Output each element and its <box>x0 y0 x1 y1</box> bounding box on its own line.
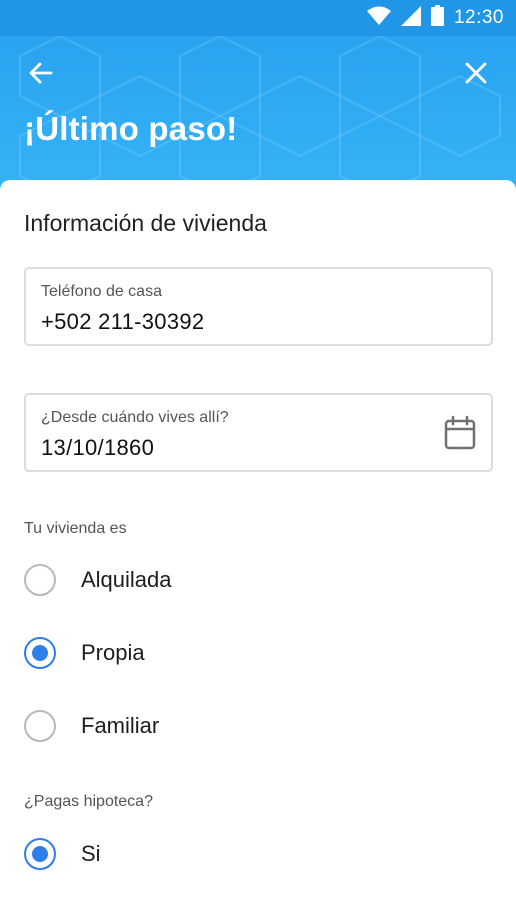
radio-button[interactable] <box>24 564 56 596</box>
signal-icon <box>400 5 421 31</box>
status-bar: 12:30 <box>0 0 516 36</box>
living-since-label: ¿Desde cuándo vives allí? <box>41 409 229 426</box>
wifi-icon <box>366 6 391 31</box>
radio-label: Si <box>81 841 101 866</box>
mortgage-label: ¿Pagas hipoteca? <box>24 793 153 810</box>
radio-button-selected[interactable] <box>24 838 56 870</box>
home-phone-label: Teléfono de casa <box>41 283 162 300</box>
radio-button[interactable] <box>24 710 56 742</box>
close-icon <box>465 62 487 89</box>
back-button[interactable] <box>18 53 62 97</box>
status-time: 12:30 <box>453 7 504 28</box>
radio-familiar[interactable]: Familiar <box>24 701 493 751</box>
home-phone-value[interactable]: +502 211-30392 <box>41 309 204 335</box>
radio-propia[interactable]: Propia <box>24 628 493 678</box>
living-since-field[interactable]: ¿Desde cuándo vives allí? 13/10/1860 <box>24 393 493 472</box>
radio-label: Familiar <box>81 713 160 738</box>
radio-label: Propia <box>81 640 145 665</box>
arrow-left-icon <box>27 61 53 90</box>
radio-alquilada[interactable]: Alquilada <box>24 555 493 605</box>
home-phone-field[interactable]: Teléfono de casa +502 211-30392 <box>24 267 493 346</box>
housing-type-label: Tu vivienda es <box>24 520 127 537</box>
radio-button-selected[interactable] <box>24 637 56 669</box>
calendar-icon[interactable] <box>443 415 477 451</box>
radio-si[interactable]: Si <box>24 829 493 879</box>
page-title: ¡Último paso! <box>24 110 238 147</box>
section-title: Información de vivienda <box>24 210 267 236</box>
form-card: Información de vivienda Teléfono de casa… <box>0 180 516 917</box>
living-since-value[interactable]: 13/10/1860 <box>41 435 154 461</box>
radio-label: Alquilada <box>81 567 172 592</box>
close-button[interactable] <box>454 53 498 97</box>
battery-icon <box>430 5 444 31</box>
header: ¡Último paso! <box>0 36 516 196</box>
